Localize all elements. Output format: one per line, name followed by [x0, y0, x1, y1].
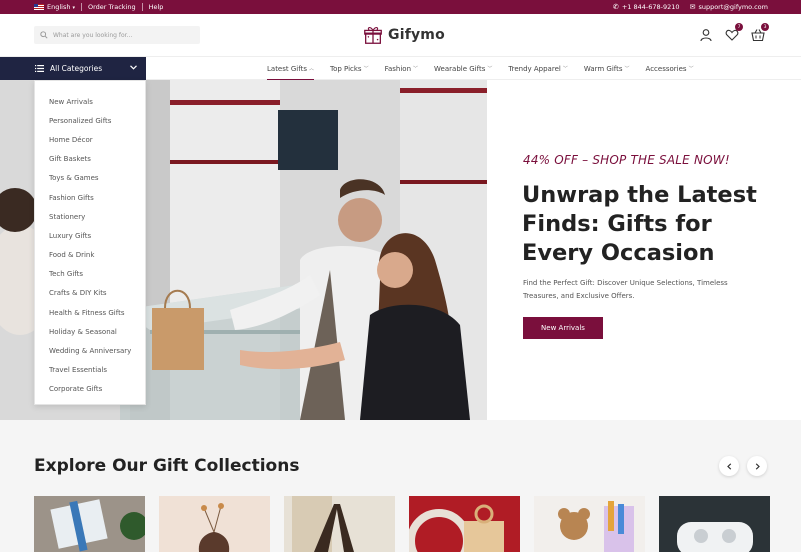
category-item[interactable]: Holiday & Seasonal — [35, 322, 145, 341]
category-item[interactable]: Stationery — [35, 207, 145, 226]
gift-collections-section: Explore Our Gift Collections — [0, 420, 801, 552]
category-item[interactable]: Health & Fitness Gifts — [35, 303, 145, 322]
category-item[interactable]: Food & Drink — [35, 246, 145, 265]
nav-accessories[interactable]: Accessories ﹀ — [646, 57, 694, 80]
hero-headline: Unwrap the Latest Finds: Gifts for Every… — [522, 182, 757, 266]
category-item[interactable]: Gift Baskets — [35, 150, 145, 169]
category-item[interactable]: Wedding & Anniversary — [35, 341, 145, 360]
collection-image — [159, 496, 270, 552]
us-flag-icon — [34, 4, 44, 10]
chevron-down-icon: ﹀ — [688, 66, 694, 72]
phone-number: +1 844-678-9210 — [621, 3, 680, 11]
carousel-next-button[interactable] — [747, 456, 767, 476]
nav-fashion[interactable]: Fashion ﹀ — [385, 57, 418, 80]
category-item[interactable]: Home Décor — [35, 130, 145, 149]
nav-latest-gifts[interactable]: Latest Gifts ︿ — [267, 57, 314, 81]
chevron-down-icon: ﹀ — [363, 66, 369, 72]
new-arrivals-button[interactable]: New Arrivals — [523, 317, 603, 339]
collection-card[interactable] — [284, 496, 395, 552]
category-item[interactable]: Personalized Gifts — [35, 111, 145, 130]
account-button[interactable] — [699, 27, 713, 42]
nav-wearable-gifts[interactable]: Wearable Gifts ﹀ — [434, 57, 492, 80]
top-bar: English ▾ Order Tracking Help ✆ +1 844-67… — [0, 0, 801, 14]
chevron-up-icon: ︿ — [308, 66, 314, 72]
chevron-left-icon — [726, 462, 731, 470]
help-link[interactable]: Help — [149, 3, 164, 11]
search-input[interactable] — [53, 31, 193, 39]
phone-icon: ✆ — [612, 3, 619, 11]
email-link[interactable]: ✉ support@gifymo.com — [690, 3, 768, 11]
collection-card[interactable] — [659, 496, 770, 552]
collection-image — [659, 496, 770, 552]
collection-card[interactable] — [159, 496, 270, 552]
gift-logo-icon — [364, 27, 382, 44]
nav-trendy-apparel[interactable]: Trendy Apparel ﹀ — [508, 57, 567, 80]
section-title: Explore Our Gift Collections — [34, 456, 300, 476]
mail-icon: ✉ — [689, 3, 696, 11]
collection-image — [534, 496, 645, 552]
all-categories-button[interactable]: All Categories — [0, 57, 146, 80]
search-icon — [40, 31, 48, 39]
chevron-right-icon — [755, 462, 760, 470]
wishlist-count-badge: 7 — [735, 23, 743, 31]
category-item[interactable]: Luxury Gifts — [35, 226, 145, 245]
hero-subtext: Find the Perfect Gift: Discover Unique S… — [523, 279, 728, 300]
collection-card[interactable] — [409, 496, 520, 552]
brand-logo[interactable]: Gifymo — [362, 24, 445, 46]
chevron-down-icon: ﹀ — [624, 66, 630, 72]
language-selector[interactable]: English ▾ — [47, 3, 75, 11]
site-header: Gifymo 7 3 — [0, 14, 801, 56]
divider — [141, 3, 143, 11]
collection-image — [409, 496, 520, 552]
category-item[interactable]: Toys & Games — [35, 169, 145, 188]
cart-button[interactable]: 3 — [751, 23, 769, 42]
email-address: support@gifymo.com — [698, 3, 768, 11]
carousel-prev-button[interactable] — [719, 456, 739, 476]
collection-card[interactable] — [34, 496, 145, 552]
collection-image — [284, 496, 395, 552]
order-tracking-link[interactable]: Order Tracking — [88, 3, 136, 11]
divider — [81, 3, 82, 11]
collection-image — [34, 496, 145, 552]
chevron-down-icon: ﹀ — [487, 66, 493, 72]
chevron-down-icon — [130, 65, 137, 70]
user-icon — [700, 29, 712, 42]
category-item[interactable]: Travel Essentials — [35, 361, 145, 380]
main-nav: All Categories Latest Gifts ︿ Top Picks ﹀ … — [0, 56, 801, 81]
category-item[interactable]: Fashion Gifts — [35, 188, 145, 207]
category-item[interactable]: Corporate Gifts — [35, 380, 145, 399]
category-item[interactable]: New Arrivals — [35, 92, 145, 111]
category-item[interactable]: Tech Gifts — [35, 265, 145, 284]
category-item[interactable]: Crafts & DIY Kits — [35, 284, 145, 303]
brand-name: Gifymo — [388, 27, 445, 43]
cart-count-badge: 3 — [761, 23, 769, 31]
promo-text: 44% OFF – SHOP THE SALE NOW! — [523, 153, 730, 167]
categories-dropdown: New Arrivals Personalized Gifts Home Déc… — [34, 80, 146, 405]
chevron-down-icon: ﹀ — [413, 66, 419, 72]
nav-top-picks[interactable]: Top Picks ﹀ — [330, 57, 369, 80]
hero-content: 44% OFF – SHOP THE SALE NOW! Unwrap the … — [487, 80, 801, 420]
phone-link[interactable]: ✆ +1 844-678-9210 — [613, 3, 680, 11]
all-categories-label: All Categories — [50, 64, 103, 73]
menu-icon — [35, 65, 44, 72]
chevron-down-icon: ﹀ — [562, 66, 568, 72]
wishlist-button[interactable]: 7 — [725, 23, 743, 41]
search-bar[interactable] — [34, 26, 200, 44]
collection-card[interactable] — [534, 496, 645, 552]
nav-warm-gifts[interactable]: Warm Gifts ﹀ — [584, 57, 630, 80]
